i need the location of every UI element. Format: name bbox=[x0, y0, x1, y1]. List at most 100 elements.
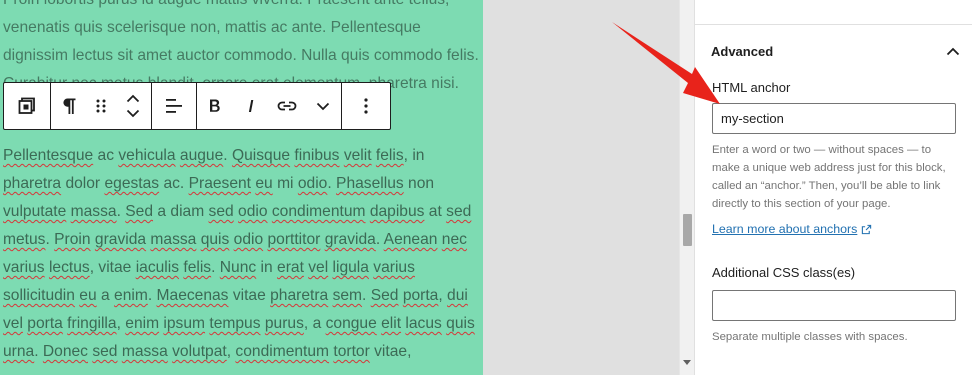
options-icon bbox=[364, 98, 368, 114]
misspelled-word: congue bbox=[325, 315, 377, 332]
toolbar-group-transform bbox=[51, 83, 152, 129]
misspelled-word: metus bbox=[3, 231, 46, 248]
misspelled-word: vel bbox=[308, 259, 329, 276]
move-up-icon bbox=[126, 94, 140, 103]
misspelled-word: sem bbox=[332, 287, 363, 304]
misspelled-word: quis bbox=[446, 315, 475, 332]
misspelled-word: condimentum bbox=[271, 203, 366, 220]
italic-icon bbox=[248, 100, 254, 112]
misspelled-word: sed bbox=[92, 343, 118, 360]
learn-more-anchors-link[interactable]: Learn more about anchors bbox=[712, 222, 872, 236]
misspelled-word: porta bbox=[402, 287, 439, 304]
misspelled-word: volutpat bbox=[172, 343, 227, 360]
misspelled-word: dui bbox=[447, 287, 468, 304]
misspelled-word: iaculis bbox=[135, 259, 180, 276]
misspelled-word: quis bbox=[200, 231, 230, 248]
toolbar-group-align bbox=[152, 83, 197, 129]
misspelled-word: gravida bbox=[324, 231, 376, 248]
misspelled-word: odio bbox=[297, 175, 328, 192]
misspelled-word: Donec bbox=[42, 343, 88, 360]
paragraph-block-button[interactable] bbox=[51, 83, 87, 129]
misspelled-word: pharetra bbox=[270, 287, 329, 304]
panel-divider bbox=[695, 24, 972, 25]
css-class-help: Separate multiple classes with spaces. bbox=[712, 331, 908, 343]
misspelled-word: Aenean bbox=[383, 231, 438, 248]
misspelled-word: sed bbox=[446, 203, 472, 220]
misspelled-word: Proin bbox=[54, 231, 91, 248]
paragraph-icon bbox=[63, 98, 76, 114]
misspelled-word: erat bbox=[277, 259, 304, 276]
duplicate-block-icon bbox=[18, 97, 35, 114]
options-button[interactable] bbox=[342, 83, 390, 129]
misspelled-word: Maecenas bbox=[156, 287, 229, 304]
misspelled-word: massa bbox=[150, 231, 197, 248]
block-toolbar bbox=[3, 82, 391, 130]
editor-scrollbar[interactable] bbox=[679, 0, 694, 375]
misspelled-word: purus bbox=[264, 315, 304, 332]
misspelled-word: odio bbox=[233, 231, 264, 248]
misspelled-word: vulputate bbox=[3, 203, 67, 220]
misspelled-word: ligula bbox=[332, 259, 369, 276]
misspelled-word: varius bbox=[373, 259, 415, 276]
selected-paragraph[interactable]: Pellentesque ac vehicula augue. Quisque … bbox=[3, 142, 481, 366]
misspelled-word: vehicula bbox=[118, 147, 176, 164]
group-block[interactable]: Proin lobortis purus id augue mattis viv… bbox=[0, 0, 483, 375]
learn-more-label: Learn more about anchors bbox=[712, 222, 858, 236]
misspelled-word: porta bbox=[27, 315, 63, 332]
misspelled-word: gravida bbox=[94, 231, 147, 248]
misspelled-word: condimentum bbox=[235, 343, 330, 360]
misspelled-word: Phasellus bbox=[336, 175, 404, 192]
misspelled-word: Sed bbox=[370, 287, 399, 304]
misspelled-word: massa bbox=[121, 343, 168, 360]
misspelled-word: elit bbox=[381, 315, 402, 332]
misspelled-word: Pellentesque bbox=[3, 147, 94, 164]
misspelled-word: pharetra bbox=[3, 175, 62, 192]
misspelled-word: velit bbox=[343, 147, 372, 164]
misspelled-word: massa bbox=[70, 203, 117, 220]
misspelled-word: sollicitudin bbox=[3, 287, 75, 304]
link-icon bbox=[277, 101, 297, 111]
misspelled-word: lacus bbox=[405, 315, 442, 332]
advanced-panel-title: Advanced bbox=[711, 43, 774, 59]
move-up-down-buttons[interactable] bbox=[115, 83, 151, 129]
misspelled-word: finibus bbox=[294, 147, 340, 164]
css-class-input[interactable] bbox=[712, 290, 956, 321]
html-anchor-input[interactable] bbox=[712, 103, 956, 134]
align-button[interactable] bbox=[152, 83, 196, 129]
scrollbar-thumb[interactable] bbox=[683, 214, 692, 246]
misspelled-word: egestas bbox=[104, 175, 160, 192]
bold-icon bbox=[210, 99, 220, 112]
misspelled-word: enim bbox=[125, 315, 160, 332]
misspelled-word: Praesent bbox=[188, 175, 252, 192]
html-anchor-label: HTML anchor bbox=[712, 80, 791, 95]
misspelled-word: Sed bbox=[125, 203, 154, 220]
external-link-icon bbox=[862, 224, 872, 234]
duplicate-block-button[interactable] bbox=[4, 83, 50, 129]
misspelled-word: lectus bbox=[48, 259, 90, 276]
misspelled-word: Nunc bbox=[219, 259, 257, 276]
misspelled-word: eu bbox=[255, 175, 273, 192]
misspelled-word: felis bbox=[183, 259, 212, 276]
toolbar-group-options bbox=[342, 83, 390, 129]
misspelled-word: ipsum bbox=[163, 315, 206, 332]
advanced-panel-toggle[interactable]: Advanced bbox=[711, 42, 961, 60]
italic-button[interactable] bbox=[233, 83, 269, 129]
misspelled-word: fringilla bbox=[67, 315, 117, 332]
scroll-down-arrow[interactable] bbox=[683, 360, 691, 365]
settings-sidebar: Advanced HTML anchor Enter a word or two… bbox=[694, 0, 972, 375]
more-rich-text-button[interactable] bbox=[305, 83, 341, 129]
link-button[interactable] bbox=[269, 83, 305, 129]
misspelled-word: tempus bbox=[209, 315, 261, 332]
misspelled-word: varius bbox=[3, 259, 45, 276]
misspelled-word: felis bbox=[375, 147, 404, 164]
misspelled-word: eu bbox=[79, 287, 97, 304]
toolbar-group-format bbox=[197, 83, 342, 129]
misspelled-word: vel bbox=[3, 315, 23, 332]
drag-handle-button[interactable] bbox=[87, 83, 115, 129]
misspelled-word: nec bbox=[441, 231, 467, 248]
bold-button[interactable] bbox=[197, 83, 233, 129]
editor-canvas: Proin lobortis purus id augue mattis viv… bbox=[0, 0, 679, 375]
misspelled-word: Quisque bbox=[231, 147, 291, 164]
html-anchor-help: Enter a word or two — without spaces — t… bbox=[712, 144, 946, 210]
drag-handle-icon bbox=[96, 99, 106, 113]
